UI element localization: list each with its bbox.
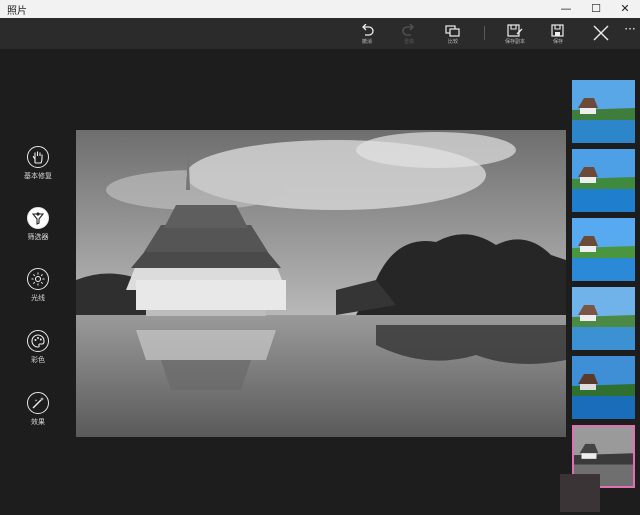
corner-overlay (560, 474, 600, 512)
sidebar-item-label: 光线 (31, 294, 45, 302)
basic-fixes-icon-ring (27, 146, 49, 168)
redo-icon (402, 24, 414, 36)
minimize-button[interactable]: — (552, 0, 580, 18)
filter-thumbnail[interactable] (572, 80, 635, 143)
color-icon-ring (27, 330, 49, 352)
sidebar-item-color[interactable]: 彩色 (18, 330, 58, 365)
more-button[interactable]: ··· (617, 22, 640, 46)
filter-thumbnail[interactable] (572, 356, 635, 419)
redo-label: 重做 (403, 39, 414, 45)
compare-label: 比较 (447, 39, 458, 45)
compare-icon (445, 25, 460, 37)
filter-thumbnail[interactable] (572, 218, 635, 281)
filter-thumbnail[interactable] (572, 287, 635, 350)
save-copy-icon (507, 24, 523, 37)
undo-icon (362, 24, 374, 36)
undo-button[interactable]: 撤消 (354, 22, 380, 46)
maximize-button[interactable]: ☐ (582, 0, 610, 18)
cancel-button[interactable] (588, 22, 614, 46)
filters-icon-ring (27, 207, 49, 229)
redo-button[interactable]: 重做 (396, 22, 422, 46)
sidebar-item-label: 筛选器 (27, 233, 49, 241)
sidebar-item-label: 效果 (31, 418, 45, 426)
close-icon (593, 25, 609, 41)
app-title: 照片 (7, 6, 27, 17)
sidebar-item-label: 基本修复 (24, 172, 52, 180)
photo-preview (76, 130, 566, 437)
sidebar-item-label: 彩色 (31, 356, 45, 364)
save-icon (551, 24, 564, 37)
filter-thumbnail[interactable] (572, 149, 635, 212)
sidebar-item-light[interactable]: 光线 (18, 268, 58, 303)
save-button[interactable]: 保存 (545, 22, 571, 46)
light-icon (31, 272, 45, 286)
compare-button[interactable]: 比较 (440, 22, 466, 46)
save-copy-button[interactable]: 保存副本 (502, 22, 528, 46)
save-label: 保存 (552, 39, 563, 45)
filter-icon (31, 212, 45, 225)
palette-icon (31, 334, 45, 348)
save-copy-label: 保存副本 (504, 39, 525, 45)
close-window-button[interactable]: ✕ (611, 0, 639, 18)
title-bar: 照片 — ☐ ✕ (0, 0, 640, 18)
sidebar-item-effects[interactable]: 效果 (18, 392, 58, 427)
light-icon-ring (27, 268, 49, 290)
sidebar-item-basic-fixes[interactable]: 基本修复 (18, 146, 58, 181)
edit-toolbar: 撤消 重做 比较 保存副本 保存 ··· (0, 18, 640, 49)
toolbar-divider (484, 26, 485, 40)
undo-label: 撤消 (361, 39, 372, 45)
sidebar-item-filters[interactable]: 筛选器 (18, 207, 58, 242)
effects-icon-ring (27, 392, 49, 414)
hand-icon (32, 151, 43, 164)
effects-icon (32, 397, 44, 409)
